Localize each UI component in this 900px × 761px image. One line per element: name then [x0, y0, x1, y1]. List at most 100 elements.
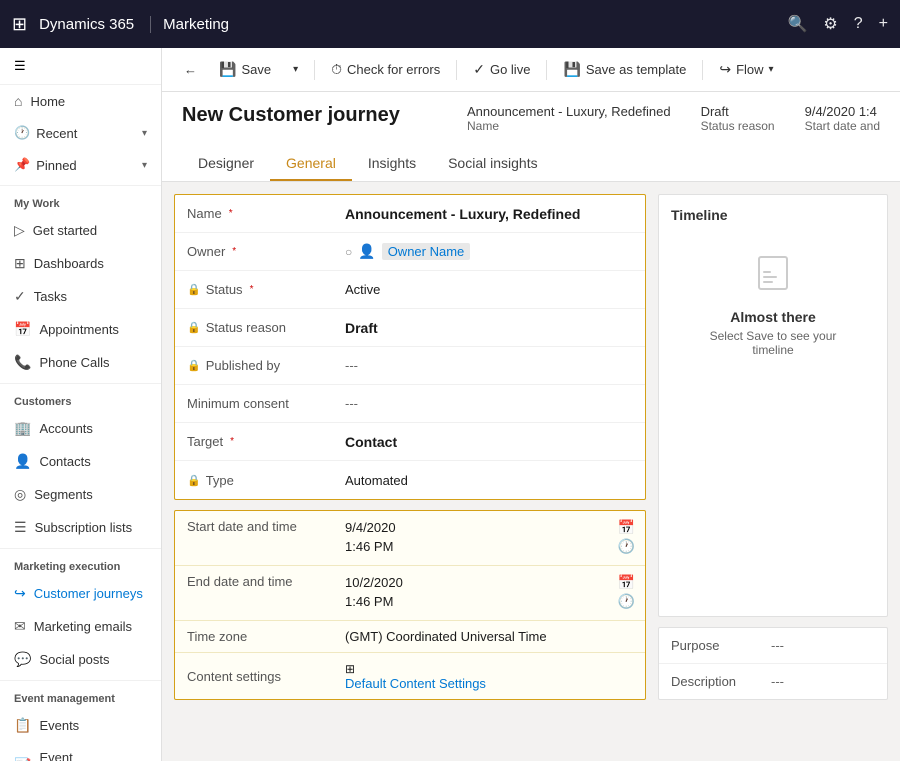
published-label: 🔒 Published by [175, 350, 335, 381]
back-icon: ← [184, 62, 197, 77]
save-button[interactable]: 💾 Save [209, 55, 281, 84]
meta-name-value: Announcement - Luxury, Redefined [467, 104, 671, 119]
dashboards-icon: ⊞ [14, 255, 26, 272]
sidebar-item-marketing-emails[interactable]: ✉ Marketing emails [0, 610, 161, 643]
save-label: Save [241, 62, 271, 77]
sidebar-item-dashboards[interactable]: ⊞ Dashboards [0, 247, 161, 280]
back-button[interactable]: ← [174, 56, 207, 83]
marketing-emails-icon: ✉ [14, 618, 26, 635]
sidebar-item-customer-journeys[interactable]: ↪ Customer journeys [0, 577, 161, 610]
customers-section: Customers [0, 388, 161, 412]
meta-status: Draft Status reason [701, 104, 775, 135]
date-row-start: Start date and time 9/4/2020 📅 1:46 PM 🕐 [175, 511, 645, 566]
sidebar-events-label: Events [39, 718, 79, 733]
settings-icon[interactable]: ⚙ [823, 14, 837, 34]
sidebar-item-pinned[interactable]: 📌 Pinned ▾ [0, 149, 161, 181]
sidebar-item-recent[interactable]: 🕐 Recent ▾ [0, 117, 161, 149]
search-icon[interactable]: 🔍 [787, 14, 807, 34]
sidebar-item-phone-calls[interactable]: 📞 Phone Calls [0, 346, 161, 379]
tab-social-insights[interactable]: Social insights [432, 147, 554, 181]
timezone-row: Time zone (GMT) Coordinated Universal Ti… [175, 621, 645, 653]
sidebar-item-event-registrations[interactable]: 📝 Event Registrations [0, 742, 161, 761]
owner-name[interactable]: Owner Name [382, 243, 471, 260]
check-icon: ⏱ [331, 61, 342, 78]
go-live-label: Go live [490, 62, 530, 77]
save-dropdown-button[interactable]: ▾ [283, 58, 308, 81]
sidebar-item-home[interactable]: ⌂ Home [0, 85, 161, 117]
end-time[interactable]: 1:46 PM [345, 594, 393, 609]
form-row-name: Name * Announcement - Luxury, Redefined [175, 195, 645, 233]
main-form-card: Name * Announcement - Luxury, Redefined … [174, 194, 646, 500]
lock-icon-published: 🔒 [187, 359, 201, 372]
content-settings-link[interactable]: Default Content Settings [345, 676, 635, 691]
tab-general[interactable]: General [270, 147, 352, 181]
save-template-label: Save as template [586, 62, 686, 77]
target-label: Target * [175, 426, 335, 457]
sidebar-get-started-label: Get started [33, 223, 97, 238]
help-icon[interactable]: ? [854, 15, 863, 33]
page-content: New Customer journey Announcement - Luxu… [162, 92, 900, 761]
description-value: --- [771, 674, 784, 689]
sidebar-recent-label: Recent [36, 126, 77, 141]
start-date-value: 9/4/2020 📅 1:46 PM 🕐 [335, 519, 645, 557]
sidebar-accounts-label: Accounts [39, 421, 92, 436]
phone-icon: 📞 [14, 354, 31, 371]
sidebar-item-subscription-lists[interactable]: ☰ Subscription lists [0, 511, 161, 544]
save-template-button[interactable]: 💾 Save as template [553, 55, 696, 84]
sidebar-dashboards-label: Dashboards [34, 256, 104, 271]
min-consent-value: --- [335, 388, 645, 419]
toolbar: ← 💾 Save ▾ ⏱ Check for errors ✓ Go live … [162, 48, 900, 92]
end-date-line: 10/2/2020 📅 [345, 574, 635, 591]
end-date[interactable]: 10/2/2020 [345, 575, 403, 590]
hamburger-menu[interactable]: ☰ [0, 48, 161, 85]
content-settings-row: Content settings ⊞ Default Content Setti… [175, 653, 645, 699]
nav-right-actions: 🔍 ⚙ ? + [787, 14, 888, 34]
type-value: Automated [335, 465, 645, 496]
pinned-chevron: ▾ [142, 160, 147, 171]
start-date[interactable]: 9/4/2020 [345, 520, 396, 535]
info-row-purpose: Purpose --- [659, 628, 887, 664]
divider-3 [0, 548, 161, 549]
content-area: Name * Announcement - Luxury, Redefined … [162, 182, 900, 712]
tab-designer[interactable]: Designer [182, 147, 270, 181]
check-errors-button[interactable]: ⏱ Check for errors [321, 55, 450, 84]
min-consent-label: Minimum consent [175, 388, 335, 419]
status-label: 🔒 Status * [175, 274, 335, 305]
sidebar-item-social-posts[interactable]: 💬 Social posts [0, 643, 161, 676]
save-icon: 💾 [219, 61, 236, 78]
lock-icon-status: 🔒 [187, 283, 201, 296]
subscription-icon: ☰ [14, 519, 27, 536]
plus-icon[interactable]: + [879, 15, 888, 33]
start-calendar-icon[interactable]: 📅 [618, 519, 635, 536]
status-required: * [250, 284, 254, 295]
sidebar-item-appointments[interactable]: 📅 Appointments [0, 313, 161, 346]
go-live-button[interactable]: ✓ Go live [463, 55, 540, 84]
go-live-icon: ✓ [473, 61, 485, 78]
contacts-icon: 👤 [14, 453, 31, 470]
sidebar-item-contacts[interactable]: 👤 Contacts [0, 445, 161, 478]
tab-insights[interactable]: Insights [352, 147, 432, 181]
flow-button[interactable]: ↪ Flow ▾ [709, 55, 783, 84]
sidebar-item-segments[interactable]: ◎ Segments [0, 478, 161, 511]
target-value[interactable]: Contact [335, 426, 645, 458]
sidebar-item-events[interactable]: 📋 Events [0, 709, 161, 742]
sidebar-item-tasks[interactable]: ✓ Tasks [0, 280, 161, 313]
end-calendar-icon[interactable]: 📅 [618, 574, 635, 591]
grid-icon[interactable]: ⊞ [12, 14, 27, 35]
timeline-card: Timeline Almost there [658, 194, 888, 617]
owner-value[interactable]: ○ 👤 Owner Name [335, 235, 645, 268]
sidebar-appointments-label: Appointments [39, 322, 119, 337]
start-time[interactable]: 1:46 PM [345, 539, 393, 554]
start-clock-icon[interactable]: 🕐 [618, 538, 635, 555]
left-panel: Name * Announcement - Luxury, Redefined … [174, 194, 646, 700]
sidebar-item-accounts[interactable]: 🏢 Accounts [0, 412, 161, 445]
marketing-section: Marketing execution [0, 553, 161, 577]
end-clock-icon[interactable]: 🕐 [618, 593, 635, 610]
app-label: Marketing [163, 16, 229, 33]
start-time-line: 1:46 PM 🕐 [345, 538, 635, 555]
timezone-value[interactable]: (GMT) Coordinated Universal Time [335, 629, 645, 644]
owner-label: Owner * [175, 236, 335, 267]
app-layout: ☰ ⌂ Home 🕐 Recent ▾ 📌 Pinned ▾ My Work ▷… [0, 48, 900, 761]
sidebar-item-get-started[interactable]: ▷ Get started [0, 214, 161, 247]
name-value[interactable]: Announcement - Luxury, Redefined [335, 198, 645, 230]
